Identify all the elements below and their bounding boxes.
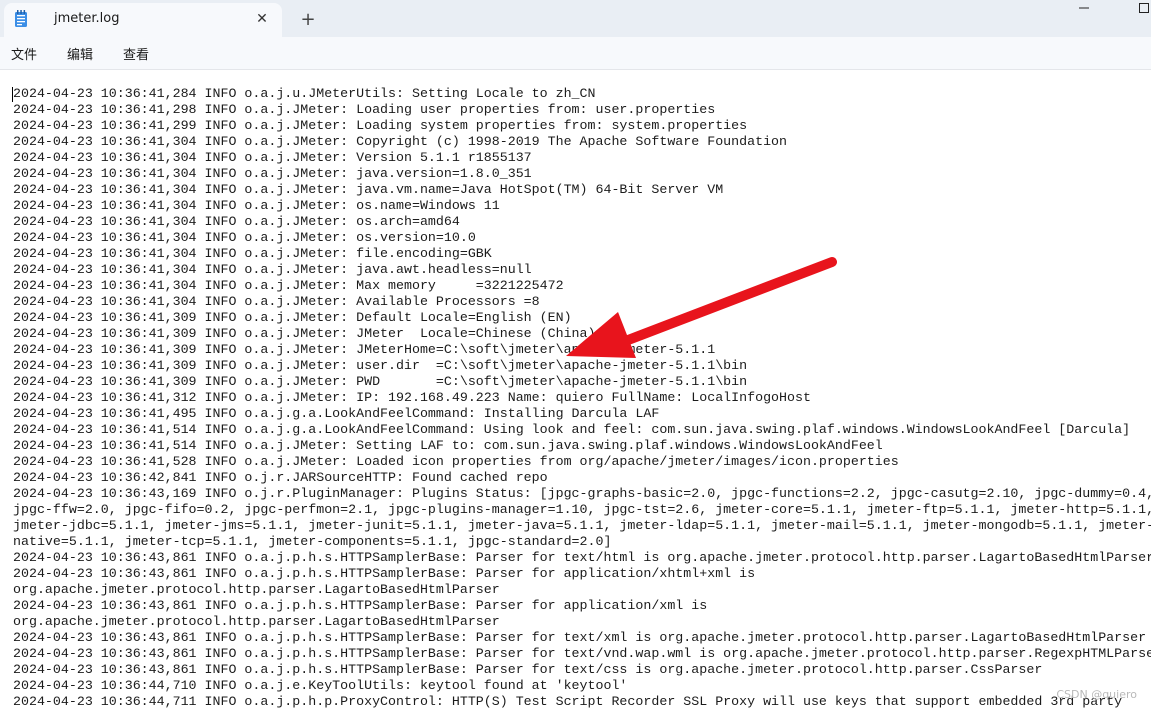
log-line: 2024-04-23 10:36:41,304 INFO o.a.j.JMete… — [13, 214, 460, 229]
log-line: jmeter-jdbc=5.1.1, jmeter-jms=5.1.1, jme… — [13, 518, 1151, 533]
log-line: 2024-04-23 10:36:42,841 INFO o.j.r.JARSo… — [13, 470, 548, 485]
log-line: 2024-04-23 10:36:41,284 INFO o.a.j.u.JMe… — [13, 86, 596, 101]
red-arrow-annotation — [566, 257, 837, 358]
log-line: 2024-04-23 10:36:43,861 INFO o.a.j.p.h.s… — [13, 662, 1043, 677]
log-line: 2024-04-23 10:36:43,861 INFO o.a.j.p.h.s… — [13, 598, 708, 613]
menu-bar: 文件 编辑 查看 — [0, 37, 1151, 70]
log-line: 2024-04-23 10:36:43,861 INFO o.a.j.p.h.s… — [13, 566, 756, 581]
log-content: 2024-04-23 10:36:41,284 INFO o.a.j.u.JMe… — [13, 86, 1151, 710]
log-line: 2024-04-23 10:36:41,304 INFO o.a.j.JMete… — [13, 150, 532, 165]
log-line: 2024-04-23 10:36:43,861 INFO o.a.j.p.h.s… — [13, 630, 1147, 645]
log-line: org.apache.jmeter.protocol.http.parser.L… — [13, 614, 500, 629]
log-line: 2024-04-23 10:36:41,304 INFO o.a.j.JMete… — [13, 182, 724, 197]
log-line: 2024-04-23 10:36:41,298 INFO o.a.j.JMete… — [13, 102, 716, 117]
log-line: jpgc-ffw=2.0, jpgc-fifo=0.2, jpgc-perfmo… — [13, 502, 1151, 517]
notepad-window: jmeter.log ✕ + 文件 编辑 查看 2024-04-23 10:36… — [0, 0, 1151, 711]
log-line: 2024-04-23 10:36:41,304 INFO o.a.j.JMete… — [13, 198, 500, 213]
log-line: 2024-04-23 10:36:41,304 INFO o.a.j.JMete… — [13, 166, 532, 181]
log-line: org.apache.jmeter.protocol.http.parser.L… — [13, 582, 500, 597]
text-editor-area[interactable]: 2024-04-23 10:36:41,284 INFO o.a.j.u.JMe… — [0, 70, 1151, 711]
csdn-watermark: CSDN @quiero — [1056, 688, 1137, 701]
log-line: 2024-04-23 10:36:43,861 INFO o.a.j.p.h.s… — [13, 646, 1151, 661]
menu-view[interactable]: 查看 — [123, 44, 149, 63]
menu-edit[interactable]: 编辑 — [67, 44, 93, 63]
log-line: 2024-04-23 10:36:44,711 INFO o.a.j.p.h.p… — [13, 694, 1123, 709]
log-line: 2024-04-23 10:36:41,312 INFO o.a.j.JMete… — [13, 390, 811, 405]
tab-jmeter-log[interactable]: jmeter.log ✕ — [4, 3, 282, 37]
log-line: native=5.1.1, jmeter-tcp=5.1.1, jmeter-c… — [13, 534, 612, 549]
log-line: 2024-04-23 10:36:41,495 INFO o.a.j.g.a.L… — [13, 406, 660, 421]
close-tab-icon[interactable]: ✕ — [254, 11, 270, 27]
menu-file[interactable]: 文件 — [11, 44, 37, 63]
log-line: 2024-04-23 10:36:41,299 INFO o.a.j.JMete… — [13, 118, 748, 133]
log-line: 2024-04-23 10:36:41,304 INFO o.a.j.JMete… — [13, 230, 476, 245]
log-line: 2024-04-23 10:36:43,169 INFO o.j.r.Plugi… — [13, 486, 1151, 501]
log-line: 2024-04-23 10:36:41,514 INFO o.a.j.JMete… — [13, 438, 883, 453]
new-tab-button[interactable]: + — [298, 10, 318, 30]
log-line: 2024-04-23 10:36:44,710 INFO o.a.j.e.Key… — [13, 678, 628, 693]
log-line: 2024-04-23 10:36:41,309 INFO o.a.j.JMete… — [13, 374, 748, 389]
title-bar: jmeter.log ✕ + — [0, 0, 1151, 37]
log-line: 2024-04-23 10:36:41,528 INFO o.a.j.JMete… — [13, 454, 899, 469]
tab-title: jmeter.log — [54, 11, 120, 26]
notepad-icon — [15, 10, 27, 27]
log-line: 2024-04-23 10:36:41,514 INFO o.a.j.g.a.L… — [13, 422, 1131, 437]
log-line: 2024-04-23 10:36:43,861 INFO o.a.j.p.h.s… — [13, 550, 1151, 565]
maximize-icon[interactable] — [1138, 2, 1150, 14]
log-line: 2024-04-23 10:36:41,304 INFO o.a.j.JMete… — [13, 134, 788, 149]
minimize-icon[interactable] — [1078, 2, 1090, 14]
